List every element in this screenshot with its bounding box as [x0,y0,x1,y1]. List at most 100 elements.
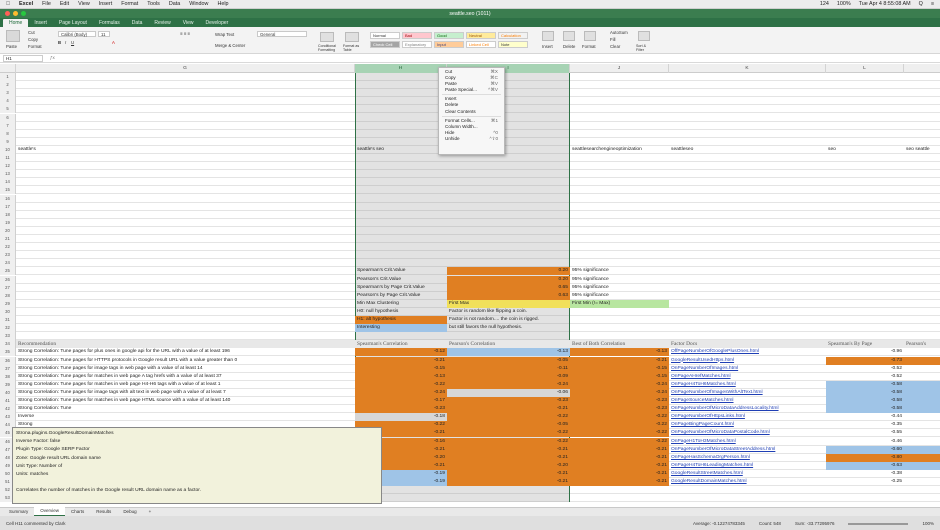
pearson-cell[interactable]: -0.11 [447,364,570,373]
column-heading-m[interactable]: Pearson's [904,340,940,349]
column-heading-l[interactable]: Spearman's By Page [826,340,904,349]
stat-note[interactable]: 95% significance [570,292,669,300]
recommendation-cell[interactable]: Strong Correlation: Tune pages for plus … [16,348,355,356]
factor-doc-link[interactable]: OnPageNumberOfImagesWithAltText.html [669,389,826,397]
paste-icon[interactable] [6,30,20,42]
spearman-cell[interactable]: -0.21 [355,356,447,365]
stat-note[interactable]: 95% significance [570,267,669,275]
pearson-by-page-cell[interactable] [904,348,940,356]
column-heading-k[interactable]: Factor Docs [669,340,826,349]
row-header[interactable]: 4 [0,97,16,106]
conditional-formatting-button[interactable]: Conditional Formatting [318,44,340,52]
minimize-icon[interactable] [13,11,18,16]
pearson-by-page-cell[interactable] [904,453,940,462]
spearman-cell[interactable]: -0.12 [355,348,447,357]
best-correlation-cell[interactable]: -0.21 [570,445,669,454]
menubar-status-item[interactable]: Tue Apr 4 8:55:08 AM [859,1,911,7]
best-correlation-cell[interactable]: -0.22 [570,429,669,438]
spearman-by-page-cell[interactable]: -0.55 [826,429,904,437]
cell-style-bad[interactable]: Bad [402,32,432,39]
row-header[interactable]: 30 [0,307,16,316]
menubar-status-item[interactable]: ≡ [931,1,934,7]
row-header[interactable]: 3 [0,89,16,98]
copy-button[interactable]: Copy [28,37,38,42]
cell-style-input[interactable]: Input [434,41,464,48]
factor-doc-link[interactable]: GoogleResultDomainMatches.html [669,478,826,486]
row-header[interactable]: 43 [0,413,16,422]
tab-review[interactable]: Review [148,19,176,27]
column-heading-h[interactable]: Spearman's Correlation [355,340,447,349]
pearson-by-page-cell[interactable] [904,429,940,437]
factor-doc-link[interactable]: OnPageSourceMatches.html [669,397,826,405]
row-header[interactable]: 28 [0,291,16,300]
row-header[interactable]: 17 [0,202,16,211]
recommendation-cell[interactable]: Strong Correlation: Tune pages for image… [16,365,355,373]
zoom-slider[interactable] [848,522,909,525]
italic-button[interactable]: I [65,40,66,45]
underline-button[interactable]: U [71,40,74,45]
stat-note[interactable]: First Min (!= Max) [570,299,669,308]
context-menu-item[interactable]: Paste Special... ^⌘V [439,87,504,93]
best-correlation-cell[interactable]: -0.22 [570,437,669,446]
pearson-by-page-cell[interactable] [904,405,940,414]
row-header[interactable]: 41 [0,397,16,406]
format-cells-button[interactable]: Format [582,44,596,49]
tab-home[interactable]: Home [3,19,29,27]
row10-l[interactable]: seo [826,146,904,154]
column-header-g[interactable]: G [16,64,355,73]
spearman-cell[interactable]: -0.17 [355,397,447,406]
menu-insert[interactable]: Insert [99,1,112,7]
menubar-status-item[interactable]: Q [919,1,923,7]
name-box[interactable]: H1 [3,55,43,62]
factor-doc-link[interactable]: GoogleResultStreetMatches.html [669,470,826,478]
tab-view[interactable]: View [177,19,200,27]
row-header[interactable]: 26 [0,275,16,284]
autosum-button[interactable]: AutoSum [610,30,628,35]
stat-value[interactable]: 0.20 [447,275,570,284]
zoom-level[interactable]: 100% [922,521,934,526]
row-header[interactable]: 42 [0,405,16,414]
pearson-cell[interactable]: -0.20 [447,461,570,470]
pearson-by-page-cell[interactable] [904,461,940,470]
column-header-k[interactable]: K [669,64,826,73]
pearson-by-page-cell[interactable] [904,438,940,446]
row-header[interactable]: 13 [0,170,16,179]
spearman-by-page-cell[interactable]: -0.58 [826,397,904,406]
row-header[interactable]: 40 [0,388,16,397]
insert-cells-icon[interactable] [542,31,554,41]
recommendation-cell[interactable]: Inverse [16,413,355,421]
row-header[interactable]: 38 [0,372,16,381]
paste-button[interactable]: Paste [6,44,17,49]
pearson-by-page-cell[interactable] [904,421,940,429]
row-header[interactable]: 20 [0,226,16,235]
stat-value[interactable]: First Max [447,299,570,308]
spearman-by-page-cell[interactable]: -0.58 [826,405,904,414]
row-header[interactable]: 15 [0,186,16,195]
tab-page-layout[interactable]: Page Layout [53,19,93,27]
factor-doc-link[interactable]: GoogleResultUsedHttps.html [669,357,826,365]
factor-doc-link[interactable]: OnPageNumberOfMicroDataAddressLocality.h… [669,405,826,413]
row-header[interactable]: 10 [0,145,16,154]
row-header[interactable]: 24 [0,259,16,268]
format-cells-icon[interactable] [584,31,596,41]
pearson-by-page-cell[interactable] [904,380,940,389]
tab-developer[interactable]: Developer [200,19,235,27]
column-header-j[interactable]: J [570,64,669,73]
cell-style-normal[interactable]: Normal [370,32,400,39]
menu-window[interactable]: Window [189,1,208,7]
row-header[interactable]: 14 [0,178,16,187]
best-correlation-cell[interactable]: -0.15 [570,364,669,373]
stat-value[interactable]: Factor is random like flipping a coin. [447,308,570,316]
pearson-by-page-cell[interactable] [904,356,940,365]
best-correlation-cell[interactable]: -0.21 [570,478,669,487]
row-header[interactable]: 1 [0,73,16,82]
pearson-cell[interactable]: -0.24 [447,380,570,389]
stat-value[interactable]: 0.20 [447,267,570,276]
factor-doc-link[interactable]: OnPageNumberOfMicroDataStreetAddress.htm… [669,446,826,454]
pearson-cell[interactable]: -0.22 [447,413,570,422]
factor-doc-link[interactable]: OnPageHasSchemaOrgPerson.html [669,454,826,462]
tab-data[interactable]: Data [126,19,149,27]
pearson-by-page-cell[interactable] [904,365,940,373]
cell-style-check-cell[interactable]: Check Cell [370,41,400,48]
sheet-tab-results[interactable]: Results [90,508,117,516]
